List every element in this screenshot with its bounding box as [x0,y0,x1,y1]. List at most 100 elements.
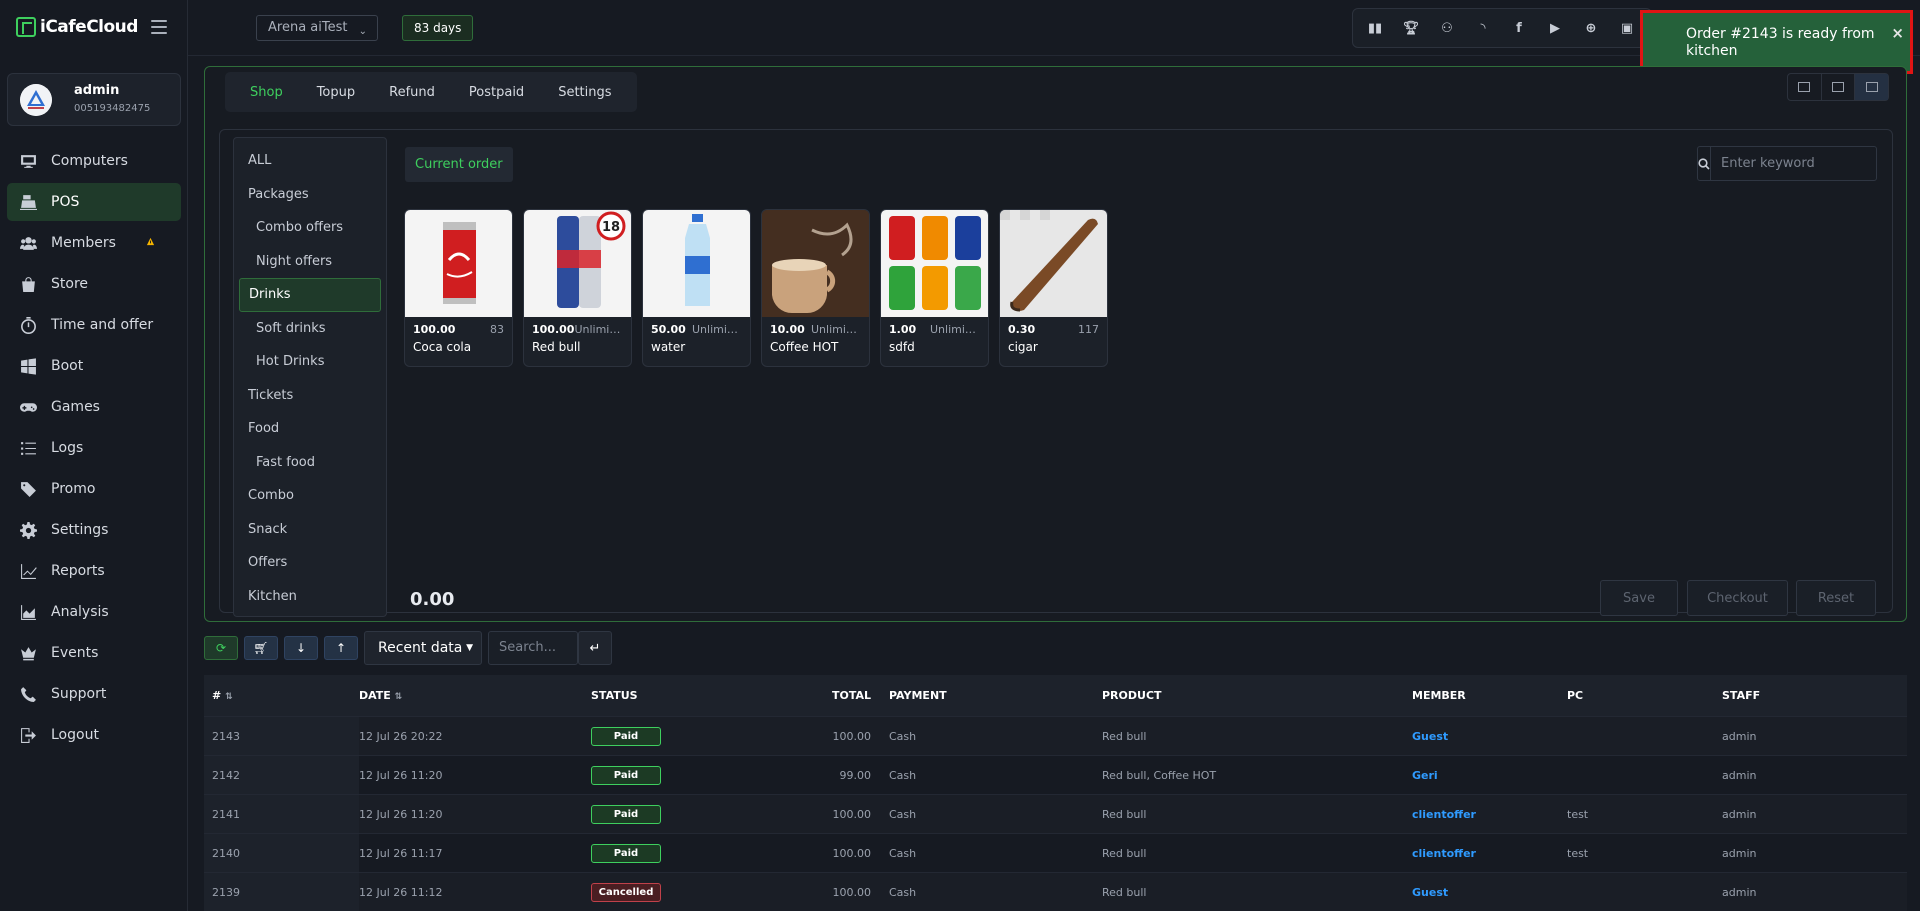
sidebar-item-reports[interactable]: Reports [7,552,181,590]
sidebar-item-logs[interactable]: Logs [7,429,181,467]
branch-select[interactable]: Arena aiTest ⌄ [256,15,378,41]
data-range-select[interactable]: Recent data ▼ [364,631,482,665]
tab-shop[interactable]: Shop [233,85,300,100]
sidebar-item-label: Logout [51,727,99,743]
group-icon[interactable]: ⚇ [1436,17,1458,39]
sidebar-item-label: Time and offer [51,317,154,333]
table-row[interactable]: 2142 12 Jul 26 11:20 Paid 99.00 Cash Red… [204,755,1907,794]
category-item[interactable]: Combo offers [234,211,386,245]
tab-topup[interactable]: Topup [300,85,372,100]
refresh-button[interactable]: ⟳ [204,636,238,660]
sidebar-item-members[interactable]: Members [7,224,181,262]
table-row[interactable]: 2143 12 Jul 26 20:22 Paid 100.00 Cash Re… [204,716,1907,755]
product-card[interactable]: 18 100.00 Unlimited Red bull [523,209,632,367]
sidebar-item-support[interactable]: Support [7,675,181,713]
sidebar-item-logout[interactable]: Logout [7,716,181,754]
leaderboard-icon[interactable]: ▮▮ [1364,17,1386,39]
product-name: cigar [1008,340,1038,354]
category-item[interactable]: Snack [234,513,386,547]
sidebar-item-time-and-offer[interactable]: Time and offer [7,306,181,344]
status-badge: Paid [591,843,661,863]
sidebar-item-games[interactable]: Games [7,388,181,426]
trophy-icon[interactable]: 🏆︎ [1400,17,1422,39]
product-card[interactable]: 1.00 Unlimited sdfd [880,209,989,367]
tab-postpaid[interactable]: Postpaid [452,85,541,100]
app-logo[interactable]: iCafeCloud [16,17,138,37]
table-row[interactable]: 2140 12 Jul 26 11:17 Paid 100.00 Cash Re… [204,833,1907,872]
sort-icon: ⇅ [225,692,233,702]
save-button[interactable]: Save [1600,580,1678,616]
category-item[interactable]: Soft drinks [234,312,386,346]
sidebar-item-label: Members [51,235,116,251]
product-card[interactable]: 50.00 Unlimited water [642,209,751,367]
line-chart-icon [21,563,37,579]
sort-icon: ⇅ [394,692,403,702]
user-name: admin [74,83,120,98]
category-item[interactable]: Offers [234,546,386,580]
sidebar-item-pos[interactable]: POS [7,183,181,221]
layout-toggle [1787,73,1889,101]
shop-area [219,129,1893,613]
category-item[interactable]: Tickets [234,379,386,413]
member-link[interactable]: Guest [1412,886,1567,899]
layout-left-icon[interactable] [1788,74,1822,100]
icafe-icon[interactable]: ▣ [1616,17,1638,39]
sidebar-item-events[interactable]: Events [7,634,181,672]
sidebar-item-promo[interactable]: Promo [7,470,181,508]
tab-settings[interactable]: Settings [541,85,628,100]
member-link[interactable]: clientoffer [1412,847,1567,860]
enter-icon[interactable]: ↵ [578,631,612,665]
category-item[interactable]: Night offers [234,245,386,279]
product-stock: 117 [1078,323,1099,336]
category-item[interactable]: Fast food [234,446,386,480]
product-name: Coffee HOT [770,340,839,354]
product-name: Coca cola [413,340,472,354]
column-header-date[interactable]: DATE ⇅ [359,689,591,702]
category-item[interactable]: Hot Drinks [234,345,386,379]
cart-button[interactable]: 🛒︎ [244,636,278,660]
category-item[interactable]: Packages [234,178,386,212]
order-ready-toast[interactable]: Order #2143 is ready from kitchen × [1640,10,1913,74]
column-header-id[interactable]: # ⇅ [204,689,359,702]
monitor-icon [21,154,36,168]
member-link[interactable]: Geri [1412,769,1567,782]
upload-button[interactable]: ↑ [324,636,358,660]
category-item[interactable]: ALL [234,144,386,178]
sidebar-item-settings[interactable]: Settings [7,511,181,549]
current-order-button[interactable]: Current order [405,147,513,182]
category-item[interactable]: Food [234,412,386,446]
menu-toggle-icon[interactable] [151,20,167,34]
sidebar-item-boot[interactable]: Boot [7,347,181,385]
layout-grid-icon[interactable] [1855,74,1889,100]
reset-button[interactable]: Reset [1796,580,1876,616]
category-item[interactable]: Combo [234,479,386,513]
sidebar-item-store[interactable]: Store [7,265,181,303]
checkout-button[interactable]: Checkout [1687,580,1788,616]
tab-refund[interactable]: Refund [372,85,452,100]
table-row[interactable]: 2139 12 Jul 26 11:12 Cancelled 100.00 Ca… [204,872,1907,911]
youtube-icon[interactable]: ▶ [1544,17,1566,39]
search-input[interactable] [1711,147,1891,180]
globe-icon[interactable]: ⊕ [1580,17,1602,39]
product-card[interactable]: 10.00 Unlimited Coffee HOT [761,209,870,367]
orders-search-input[interactable]: Search... [488,631,578,665]
download-button[interactable]: ↓ [284,636,318,660]
avatar [20,84,52,116]
member-link[interactable]: clientoffer [1412,808,1567,821]
product-card[interactable]: 100.00 83 Coca cola [404,209,513,367]
category-item[interactable]: Kitchen [234,580,386,614]
table-row[interactable]: 2141 12 Jul 26 11:20 Paid 100.00 Cash Re… [204,794,1907,833]
sidebar-item-computers[interactable]: Computers [7,142,181,180]
category-item-active[interactable]: Drinks [239,278,381,312]
layout-right-icon[interactable] [1822,74,1856,100]
close-icon[interactable]: × [1891,24,1904,42]
pos-panel: Shop Topup Refund Postpaid Settings ALL … [204,66,1907,622]
rss-icon[interactable]: ◝ [1472,17,1494,39]
sidebar-item-analysis[interactable]: Analysis [7,593,181,631]
member-link[interactable]: Guest [1412,730,1567,743]
product-card[interactable]: 0.30 117 cigar [999,209,1108,367]
user-card[interactable]: admin 005193482475 [7,73,181,126]
product-name: water [651,340,686,354]
search-icon[interactable] [1698,147,1711,180]
facebook-icon[interactable]: f [1508,17,1530,39]
